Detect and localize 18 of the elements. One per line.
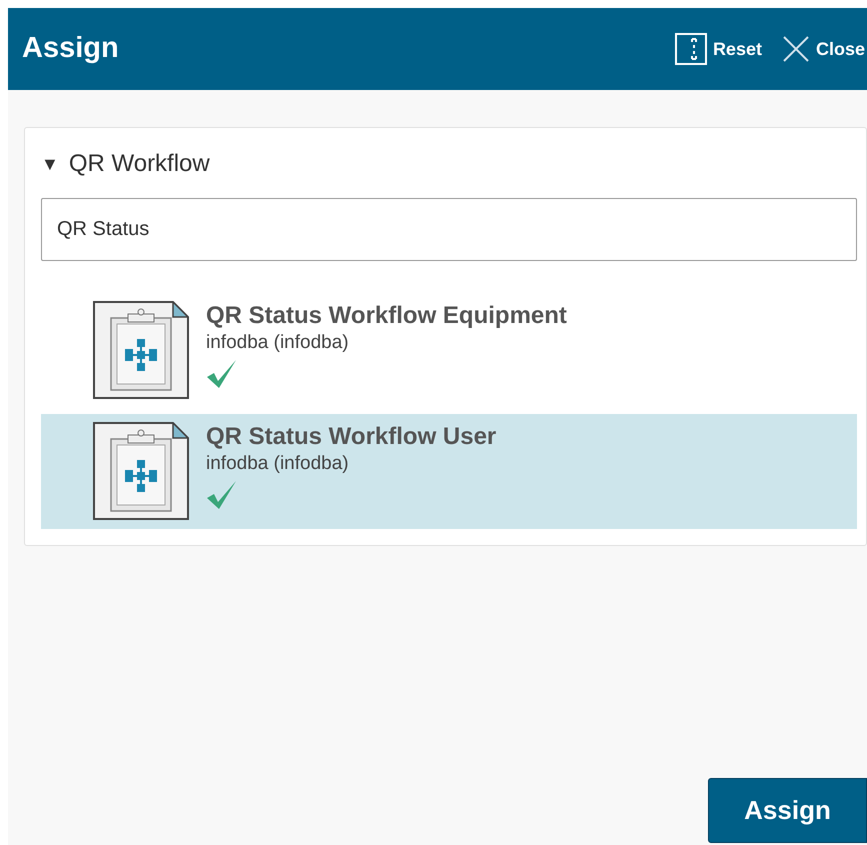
dialog-title: Assign (22, 31, 119, 66)
search-field[interactable]: QR Status (41, 198, 857, 261)
workflow-document-icon (93, 301, 189, 399)
close-button[interactable]: Close (782, 35, 865, 63)
checkmark-icon (206, 480, 238, 510)
workflow-owner: infodba (infodba) (206, 331, 350, 355)
workflow-title: QR Status Workflow User (206, 422, 496, 452)
assign-button[interactable]: Assign (708, 778, 867, 843)
checkmark-icon (206, 359, 238, 389)
workflow-document-icon (93, 422, 189, 520)
workflow-owner: infodba (infodba) (206, 452, 350, 476)
workflow-title: QR Status Workflow Equipment (206, 301, 567, 331)
result-row[interactable]: QR Status Workflow User infodba (infodba) (41, 414, 857, 529)
caret-icon: ▼ (41, 150, 59, 178)
reset-button[interactable]: Reset (674, 33, 762, 65)
reset-icon (674, 33, 707, 65)
close-icon (782, 35, 810, 63)
section-header[interactable]: ▼ QR Workflow (25, 128, 210, 198)
